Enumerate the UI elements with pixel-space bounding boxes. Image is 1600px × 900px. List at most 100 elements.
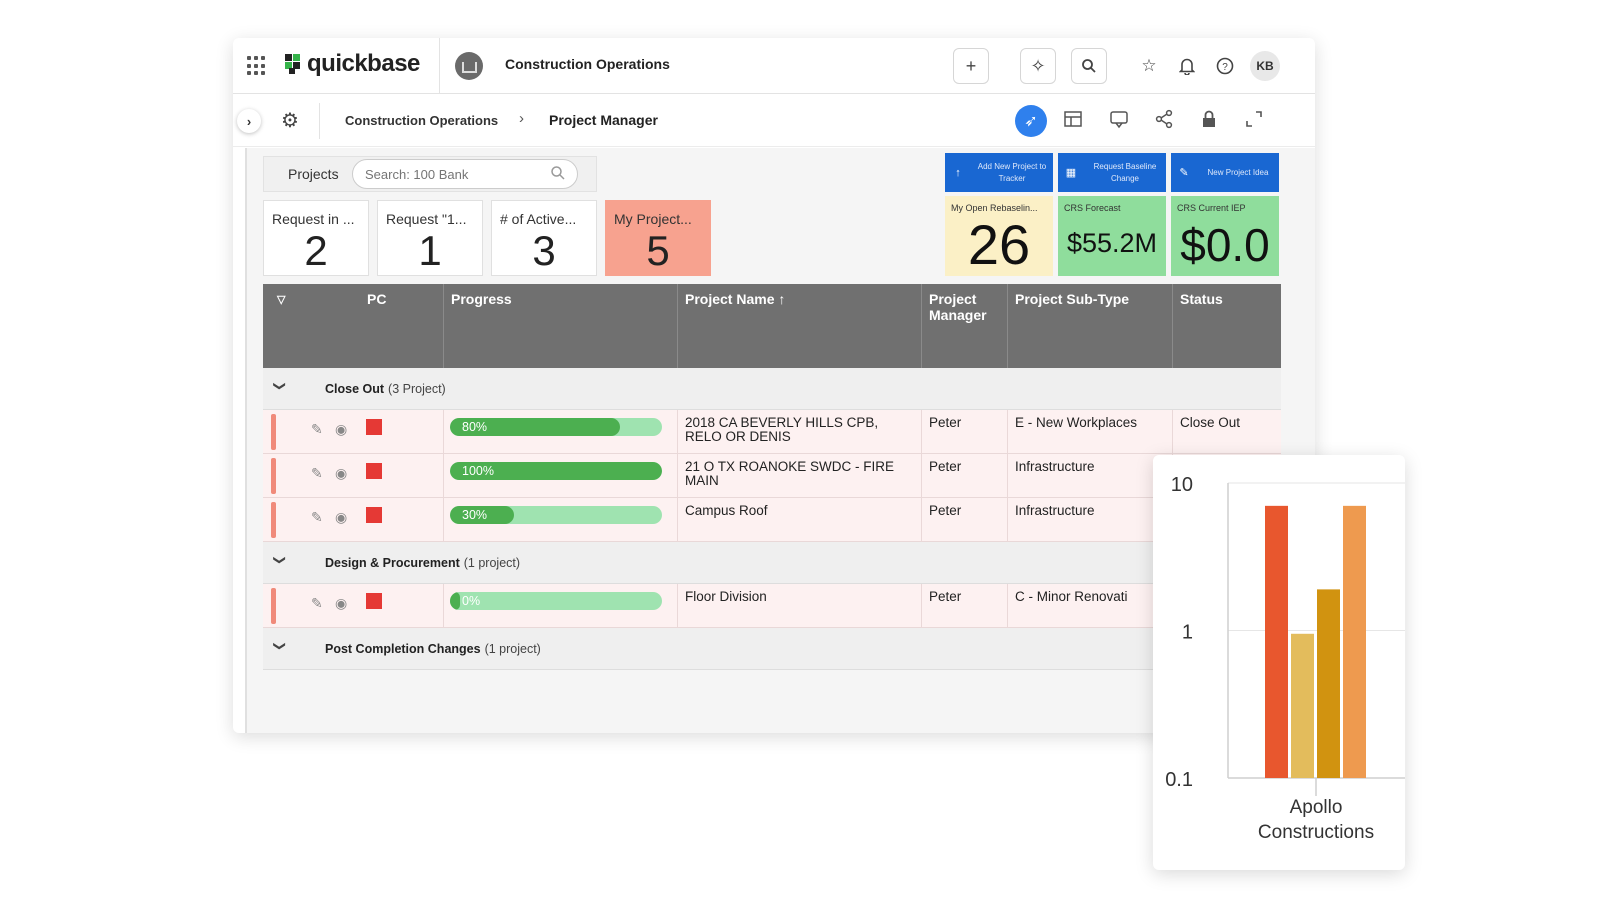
search-input[interactable] <box>352 159 578 189</box>
kpi-value: 3 <box>532 227 556 274</box>
rocket-icon[interactable]: ➶ <box>1015 105 1047 137</box>
search-icon[interactable] <box>1071 48 1107 84</box>
group-row[interactable]: ❯ Design & Procurement (1 project) <box>263 542 1281 584</box>
chart-bar <box>1343 505 1366 778</box>
gear-icon[interactable]: ⚙ <box>281 108 299 133</box>
status-flag-icon <box>366 419 382 435</box>
chart-bar <box>1265 505 1288 778</box>
project-manager-link[interactable]: Peter <box>921 584 1007 628</box>
project-sub-type-cell: Infrastructure <box>1007 454 1172 498</box>
view-icon[interactable]: ◉ <box>335 509 347 526</box>
kpi-label: # of Active... <box>500 211 577 227</box>
metric-value: 26 <box>967 213 1031 276</box>
column-header-pc[interactable]: ▽ PC <box>263 284 443 368</box>
table-row[interactable]: ✎ ◉ 30% Campus Roof Peter Infrastructure <box>263 498 1281 542</box>
progress-label: 30% <box>462 508 488 522</box>
edit-icon[interactable]: ✎ <box>311 509 323 526</box>
table-row[interactable]: ✎ ◉ 0% Floor Division Peter C - Minor Re… <box>263 584 1281 628</box>
x-category-label: Apollo <box>1290 797 1343 818</box>
view-icon[interactable]: ◉ <box>335 465 347 482</box>
progress-bar: 30% <box>450 506 662 524</box>
group-count: (1 project) <box>463 556 521 570</box>
group-row[interactable]: ❯ Close Out (3 Project) <box>263 368 1281 410</box>
chart-bar <box>1291 633 1314 778</box>
fullscreen-icon[interactable] <box>1242 109 1266 134</box>
kpi-tile[interactable]: # of Active... 3 <box>491 200 597 276</box>
project-sub-type-cell: C - Minor Renovati <box>1007 584 1172 628</box>
projects-tab[interactable]: Projects <box>288 166 339 182</box>
chart-card: 10 1 0.1 Apollo Constructions <box>1153 455 1405 870</box>
progress-cell: 80% <box>443 410 677 454</box>
apps-grid-icon[interactable] <box>247 56 267 76</box>
star-icon[interactable]: ☆ <box>1138 55 1160 77</box>
progress-cell: 30% <box>443 498 677 542</box>
chevron-down-icon[interactable]: ❯ <box>273 381 287 391</box>
kpi-tile[interactable]: Request in ... 2 <box>263 200 369 276</box>
column-header-project-manager[interactable]: Project Manager <box>921 284 1007 368</box>
share-icon[interactable] <box>1152 109 1176 134</box>
app-name[interactable]: Construction Operations <box>505 56 670 72</box>
search-icon[interactable] <box>550 165 566 185</box>
kpi-tile-highlight[interactable]: My Project... 5 <box>605 200 711 276</box>
progress-cell: 0% <box>443 584 677 628</box>
project-sub-type-cell: Infrastructure <box>1007 498 1172 542</box>
breadcrumb-separator: › <box>519 110 524 127</box>
progress-bar: 80% <box>450 418 662 436</box>
metric-value: $0.0 <box>1180 219 1270 271</box>
action-label: Request Baseline Change <box>1093 161 1157 183</box>
view-icon[interactable]: ◉ <box>335 595 347 612</box>
help-icon[interactable]: ? <box>1214 55 1236 77</box>
expand-sidebar-button[interactable]: › <box>237 109 261 133</box>
kpi-label: Request in ... <box>272 211 355 227</box>
bell-icon[interactable] <box>1176 55 1198 77</box>
x-category-label: Constructions <box>1258 822 1374 843</box>
ai-sparkle-icon[interactable]: ✧ <box>1020 48 1056 84</box>
plus-icon[interactable]: + <box>953 48 989 84</box>
column-header-progress[interactable]: Progress <box>443 284 677 368</box>
lock-icon[interactable] <box>1197 109 1221 134</box>
new-project-idea-button[interactable]: ✎ New Project Idea <box>1171 153 1279 192</box>
user-avatar[interactable]: KB <box>1250 51 1280 81</box>
lightbulb-icon: ✎ <box>1179 167 1189 179</box>
status-cell: Close Out <box>1172 410 1281 454</box>
progress-cell: 100% <box>443 454 677 498</box>
status-flag-icon <box>366 463 382 479</box>
feedback-icon[interactable] <box>1107 109 1131 134</box>
group-name: Close Out (3 Project) <box>325 382 446 396</box>
collapse-all-icon[interactable]: ▽ <box>277 292 285 308</box>
row-flag <box>271 458 276 494</box>
metric-label: CRS Forecast <box>1064 203 1121 213</box>
metric-tile[interactable]: My Open Rebaselin... 26 <box>945 196 1053 276</box>
column-header-project-name[interactable]: Project Name ↑ <box>677 284 921 368</box>
quickbase-logo[interactable]: quickbase <box>285 50 420 78</box>
table-row[interactable]: ✎ ◉ 100% 21 O TX ROANOKE SWDC - FIRE MAI… <box>263 454 1281 498</box>
arrow-up-icon: ↑ <box>955 166 961 179</box>
project-manager-link[interactable]: Peter <box>921 498 1007 542</box>
add-new-project-button[interactable]: ↑ Add New Project to Tracker <box>945 153 1053 192</box>
column-header-project-sub-type[interactable]: Project Sub-Type <box>1007 284 1172 368</box>
edit-icon[interactable]: ✎ <box>311 465 323 482</box>
metric-tile[interactable]: CRS Forecast $55.2M <box>1058 196 1166 276</box>
table-view-icon[interactable] <box>1061 109 1085 134</box>
logo-text: quickbase <box>307 50 420 77</box>
group-name: Design & Procurement (1 project) <box>325 556 520 570</box>
edit-icon[interactable]: ✎ <box>311 421 323 438</box>
table-header: ▽ PC Progress Project Name ↑ Project Man… <box>263 284 1281 368</box>
view-icon[interactable]: ◉ <box>335 421 347 438</box>
project-manager-link[interactable]: Peter <box>921 410 1007 454</box>
breadcrumb-app[interactable]: Construction Operations <box>345 113 498 128</box>
metric-label: CRS Current IEP <box>1177 203 1246 213</box>
table-row[interactable]: ✎ ◉ 80% 2018 CA BEVERLY HILLS CPB, RELO … <box>263 410 1281 454</box>
kpi-tile[interactable]: Request "1... 1 <box>377 200 483 276</box>
group-row[interactable]: ❯ Post Completion Changes (1 project) <box>263 628 1281 670</box>
chevron-down-icon[interactable]: ❯ <box>273 641 287 651</box>
app-home-icon[interactable] <box>455 52 483 80</box>
edit-icon[interactable]: ✎ <box>311 595 323 612</box>
request-baseline-change-button[interactable]: ▦ Request Baseline Change <box>1058 153 1166 192</box>
metric-tile[interactable]: CRS Current IEP $0.0 <box>1171 196 1279 276</box>
column-header-status[interactable]: Status <box>1172 284 1281 368</box>
project-manager-link[interactable]: Peter <box>921 454 1007 498</box>
chevron-down-icon[interactable]: ❯ <box>273 555 287 565</box>
kpi-label: Request "1... <box>386 211 467 227</box>
svg-text:?: ? <box>1222 62 1228 73</box>
